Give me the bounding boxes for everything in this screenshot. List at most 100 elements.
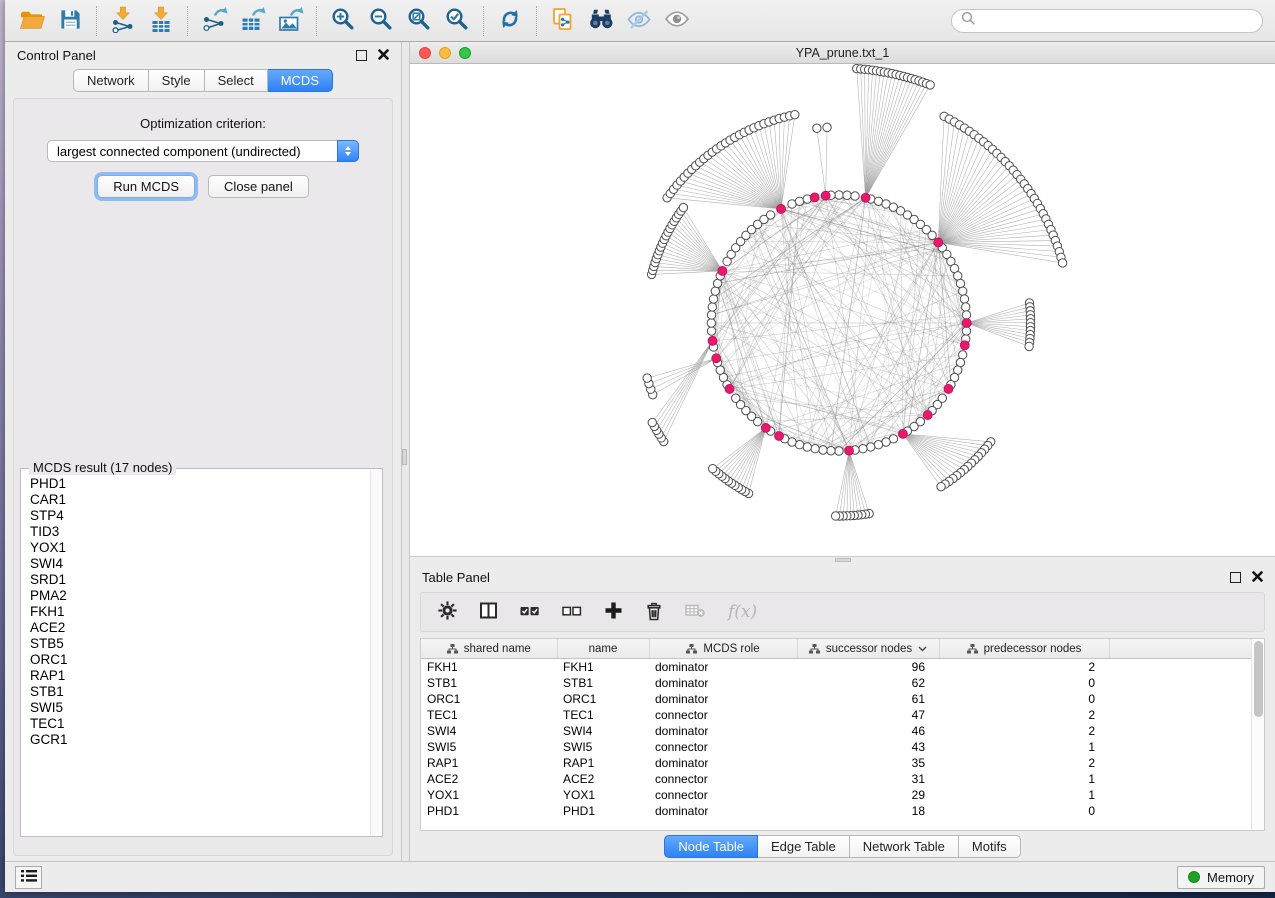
zoom-in-button[interactable]	[324, 4, 362, 38]
table-cell[interactable]: dominator	[649, 803, 797, 819]
table-row[interactable]: SWI4SWI4dominator462	[421, 723, 1264, 739]
table-cell[interactable]: 62	[797, 675, 939, 691]
table-row[interactable]: SWI5SWI5connector431	[421, 739, 1264, 755]
mcds-result-item[interactable]: PHD1	[30, 476, 370, 492]
network-node[interactable]	[708, 464, 716, 472]
network-node[interactable]	[926, 81, 934, 89]
mcds-result-item[interactable]: RAP1	[30, 668, 370, 684]
export-table-button[interactable]	[233, 4, 271, 38]
network-node[interactable]	[827, 447, 835, 455]
clone-network-button[interactable]	[544, 4, 582, 38]
tab-select[interactable]: Select	[205, 69, 268, 92]
table-cell[interactable]: ORC1	[421, 691, 557, 707]
mcds-result-item[interactable]: STP4	[30, 508, 370, 524]
table-row[interactable]: RAP1RAP1dominator352	[421, 755, 1264, 771]
table-cell[interactable]: RAP1	[421, 755, 557, 771]
table-cell[interactable]: SWI5	[557, 739, 649, 755]
network-node[interactable]	[811, 445, 819, 453]
table-cell[interactable]: 61	[797, 691, 939, 707]
float-panel-icon[interactable]	[1230, 572, 1241, 583]
table-cell[interactable]: connector	[649, 787, 797, 803]
network-node[interactable]	[835, 191, 843, 199]
export-image-button[interactable]	[271, 4, 309, 38]
table-cell[interactable]: PHD1	[557, 803, 649, 819]
table-cell[interactable]: STB1	[557, 675, 649, 691]
mcds-result-item[interactable]: YOX1	[30, 540, 370, 556]
close-panel-icon[interactable]	[1252, 570, 1263, 585]
table-cell[interactable]: PHD1	[421, 803, 557, 819]
mcds-result-item[interactable]: SWI4	[30, 556, 370, 572]
table-row[interactable]: TEC1TEC1connector472	[421, 707, 1264, 723]
network-node[interactable]	[831, 512, 839, 520]
table-cell[interactable]: 1	[939, 771, 1109, 787]
mcds-dominator-node[interactable]	[898, 429, 907, 438]
table-cell[interactable]: TEC1	[421, 707, 557, 723]
network-node[interactable]	[874, 441, 882, 449]
table-cell[interactable]: dominator	[649, 675, 797, 691]
network-node[interactable]	[732, 394, 740, 402]
table-cell[interactable]: YOX1	[421, 787, 557, 803]
mcds-result-item[interactable]: FKH1	[30, 604, 370, 620]
mcds-dominator-node[interactable]	[962, 319, 971, 328]
mcds-dominator-node[interactable]	[960, 341, 969, 350]
network-node[interactable]	[959, 287, 967, 295]
find-button[interactable]	[582, 4, 620, 38]
network-node[interactable]	[835, 447, 843, 455]
table-cell[interactable]: connector	[649, 771, 797, 787]
table-cell[interactable]: 1	[939, 739, 1109, 755]
network-node[interactable]	[959, 351, 967, 359]
network-node[interactable]	[791, 110, 799, 118]
zoom-fit-button[interactable]	[400, 4, 438, 38]
tab-style[interactable]: Style	[149, 69, 205, 92]
network-node[interactable]	[795, 197, 803, 205]
table-cell[interactable]: SWI5	[421, 739, 557, 755]
network-node[interactable]	[960, 295, 968, 303]
close-panel-button[interactable]: Close panel	[208, 175, 309, 198]
table-cell[interactable]: connector	[649, 739, 797, 755]
network-node[interactable]	[819, 446, 827, 454]
network-node[interactable]	[803, 443, 811, 451]
zoom-selected-button[interactable]	[438, 4, 476, 38]
network-node[interactable]	[711, 287, 719, 295]
delete-column-button[interactable]	[645, 601, 663, 624]
mcds-dominator-node[interactable]	[775, 432, 784, 441]
mcds-dominator-node[interactable]	[821, 191, 830, 200]
table-cell[interactable]: 2	[939, 707, 1109, 723]
mcds-result-item[interactable]: STB1	[30, 684, 370, 700]
table-cell[interactable]: 47	[797, 707, 939, 723]
mcds-dominator-node[interactable]	[845, 446, 854, 455]
table-cell[interactable]: ACE2	[421, 771, 557, 787]
table-cell[interactable]: 31	[797, 771, 939, 787]
column-header-successor-nodes[interactable]: successor nodes	[797, 639, 939, 659]
search-input[interactable]	[976, 12, 1253, 29]
column-header-mcds-role[interactable]: MCDS role	[649, 639, 797, 659]
result-list-scrollbar[interactable]	[370, 470, 381, 835]
mcds-dominator-node[interactable]	[923, 411, 932, 420]
mcds-dominator-node[interactable]	[810, 193, 819, 202]
table-cell[interactable]: ORC1	[557, 691, 649, 707]
float-panel-icon[interactable]	[356, 50, 367, 61]
table-scrollbar-thumb[interactable]	[1254, 641, 1263, 717]
network-node[interactable]	[859, 445, 867, 453]
table-cell[interactable]: 2	[939, 755, 1109, 771]
table-cell[interactable]: ACE2	[557, 771, 649, 787]
add-column-button[interactable]	[604, 601, 623, 623]
table-cell[interactable]: 46	[797, 723, 939, 739]
table-cell[interactable]: dominator	[649, 723, 797, 739]
network-canvas[interactable]	[410, 64, 1275, 556]
mcds-dominator-node[interactable]	[861, 193, 870, 202]
save-session-button[interactable]	[51, 4, 89, 38]
network-node[interactable]	[813, 124, 821, 132]
table-cell[interactable]: dominator	[649, 659, 797, 676]
table-cell[interactable]: FKH1	[421, 659, 557, 676]
show-log-button[interactable]	[15, 866, 42, 889]
tab-network[interactable]: Network	[73, 69, 149, 92]
mcds-result-item[interactable]: CAR1	[30, 492, 370, 508]
table-cell[interactable]: 0	[939, 675, 1109, 691]
table-scrollbar-track[interactable]	[1251, 639, 1264, 830]
export-network-button[interactable]	[195, 4, 233, 38]
import-network-button[interactable]	[104, 4, 142, 38]
table-cell[interactable]: 43	[797, 739, 939, 755]
column-header-predecessor-nodes[interactable]: predecessor nodes	[939, 639, 1109, 659]
mcds-result-item[interactable]: SRD1	[30, 572, 370, 588]
